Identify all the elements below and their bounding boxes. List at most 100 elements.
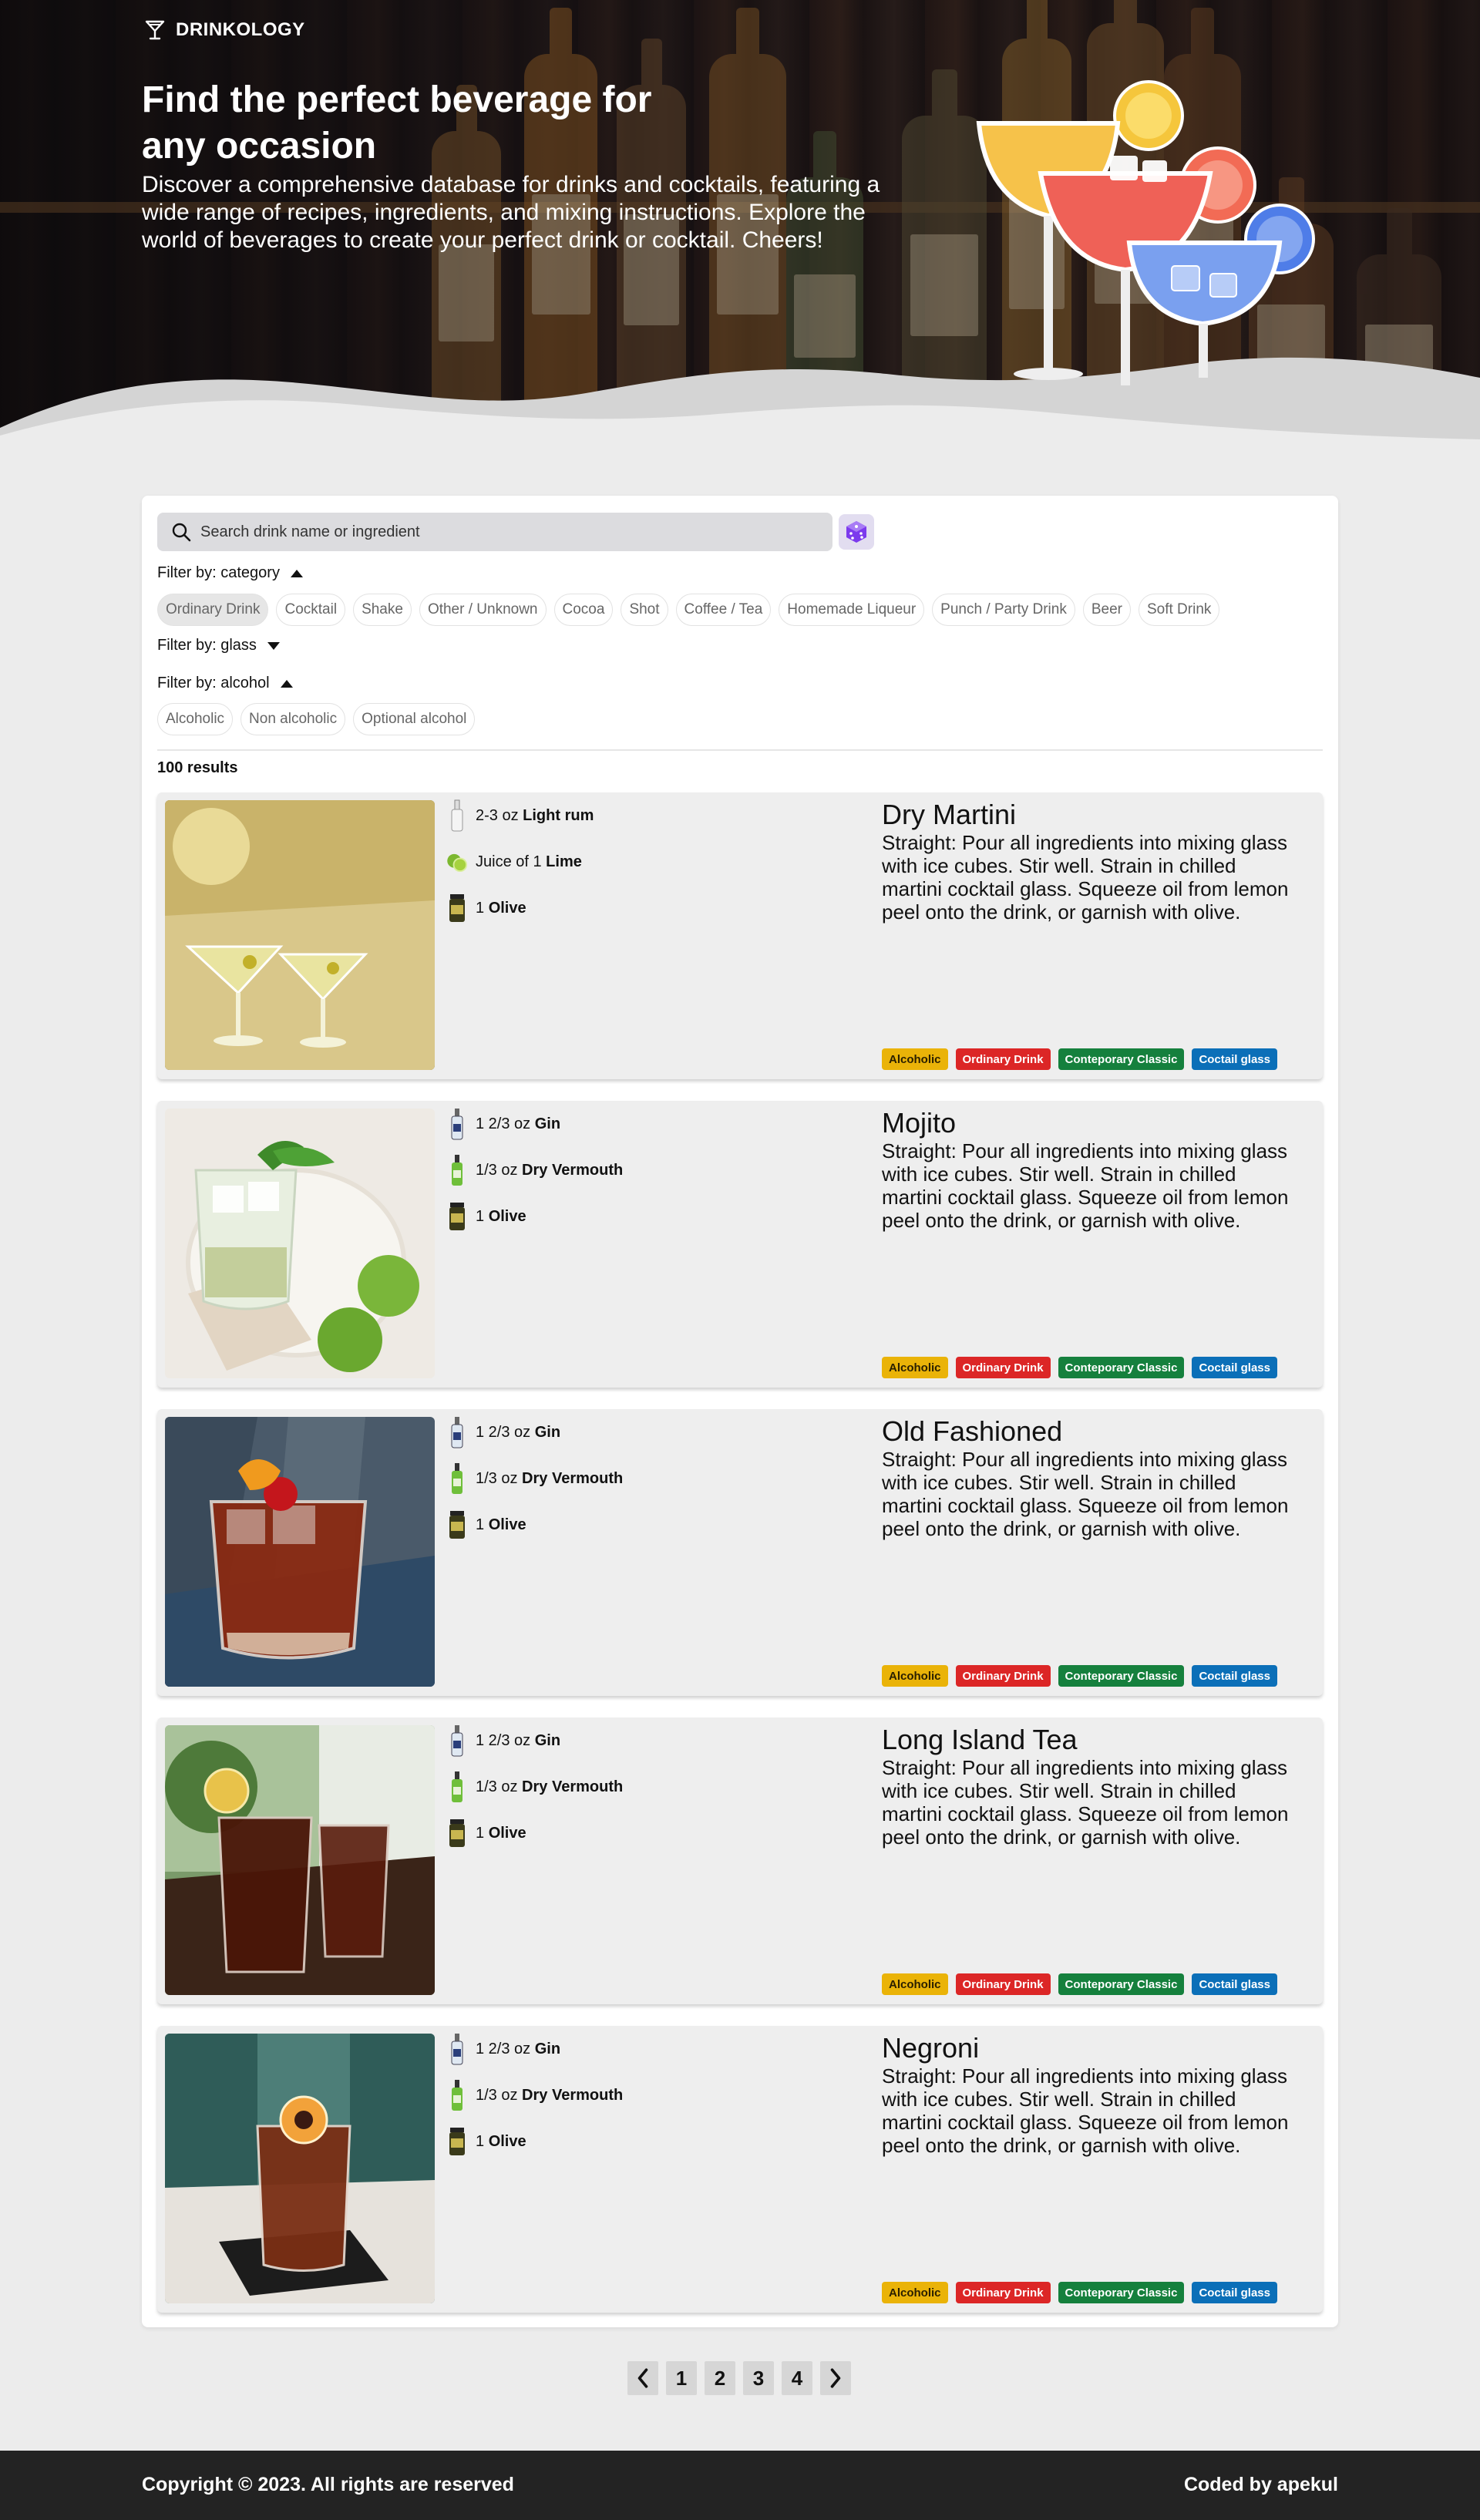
- chip-alcohol[interactable]: Alcoholic: [157, 703, 234, 735]
- brand-name: DRINKOLOGY: [176, 19, 305, 40]
- prev-page-button[interactable]: [627, 2361, 658, 2395]
- chip-category[interactable]: Coffee / Tea: [675, 594, 772, 626]
- tag-badge: Alcoholic: [882, 1665, 948, 1687]
- drink-name: Old Fashioned: [882, 1415, 1063, 1447]
- tag-badge: Conteporary Classic: [1058, 1048, 1185, 1070]
- next-page-button[interactable]: [820, 2361, 851, 2395]
- page-button[interactable]: 1: [666, 2361, 697, 2395]
- results-count: 100 results: [157, 759, 238, 776]
- tag-badge: Coctail glass: [1192, 1357, 1277, 1378]
- random-drink-button[interactable]: [839, 514, 874, 550]
- ingredient-row: 1 2/3 oz Gin: [446, 1107, 560, 1141]
- vermouth-bottle-icon: [446, 1770, 468, 1804]
- chevron-left-icon: [637, 2368, 648, 2388]
- tag-list: Alcoholic Ordinary Drink Conteporary Cla…: [882, 1048, 1277, 1070]
- caret-down-icon: [267, 641, 280, 650]
- category-filter-toggle[interactable]: Filter by: category: [157, 564, 303, 582]
- chip-alcohol[interactable]: Non alcoholic: [240, 703, 346, 735]
- author-credit[interactable]: Coded by apekul: [1184, 2474, 1338, 2496]
- chip-category[interactable]: Shot: [621, 594, 668, 626]
- chip-category[interactable]: Punch / Party Drink: [932, 594, 1075, 626]
- search-bar[interactable]: [157, 513, 832, 551]
- ingredient-row: 1/3 oz Dry Vermouth: [446, 1770, 623, 1804]
- search-input[interactable]: [200, 523, 802, 541]
- drink-photo: [165, 800, 435, 1070]
- ingredient-row: 1/3 oz Dry Vermouth: [446, 1462, 623, 1496]
- ingredient-row: 1/3 oz Dry Vermouth: [446, 1153, 623, 1187]
- chip-alcohol[interactable]: Optional alcohol: [353, 703, 476, 735]
- copyright-text: Copyright © 2023. All rights are reserve…: [142, 2474, 514, 2495]
- tag-badge: Alcoholic: [882, 1048, 948, 1070]
- gin-bottle-icon: [446, 1107, 468, 1141]
- olive-jar-icon: [446, 1199, 468, 1233]
- tag-list: Alcoholic Ordinary Drink Conteporary Cla…: [882, 1665, 1277, 1687]
- drink-photo: [165, 1417, 435, 1687]
- tag-list: Alcoholic Ordinary Drink Conteporary Cla…: [882, 1973, 1277, 1995]
- ingredient-row: 2-3 oz Light rum: [446, 799, 594, 833]
- chip-category[interactable]: Cocktail: [276, 594, 346, 626]
- drink-photo: [165, 1725, 435, 1995]
- olive-jar-icon: [446, 1816, 468, 1850]
- ingredient-row: 1 2/3 oz Gin: [446, 1415, 560, 1449]
- drink-instructions: Straight: Pour all ingredients into mixi…: [882, 1756, 1289, 1849]
- glass-filter-toggle[interactable]: Filter by: glass: [157, 637, 280, 654]
- alcohol-filter-toggle[interactable]: Filter by: alcohol: [157, 675, 293, 692]
- drink-name: Mojito: [882, 1107, 957, 1139]
- tag-badge: Coctail glass: [1192, 1665, 1277, 1687]
- page-button[interactable]: 2: [705, 2361, 735, 2395]
- page-button[interactable]: 3: [743, 2361, 774, 2395]
- tag-badge: Ordinary Drink: [955, 1973, 1051, 1995]
- drink-card[interactable]: 1 2/3 oz Gin 1/3 oz Dry Vermouth 1 Olive…: [157, 2026, 1323, 2313]
- chip-category[interactable]: Beer: [1082, 594, 1131, 626]
- drink-photo: [165, 1109, 435, 1378]
- chip-category[interactable]: Soft Drink: [1138, 594, 1220, 626]
- olive-jar-icon: [446, 891, 468, 925]
- cocktails-illustration: [976, 80, 1315, 385]
- hero-banner: DRINKOLOGY Find the perfect beverage for…: [0, 0, 1480, 455]
- tag-badge: Conteporary Classic: [1058, 1973, 1185, 1995]
- drink-instructions: Straight: Pour all ingredients into mixi…: [882, 1448, 1289, 1540]
- olive-jar-icon: [446, 1508, 468, 1542]
- caret-up-icon: [280, 679, 293, 688]
- drink-instructions: Straight: Pour all ingredients into mixi…: [882, 1139, 1289, 1232]
- drink-name: Dry Martini: [882, 799, 1017, 830]
- lime-icon: [446, 845, 468, 879]
- chip-category[interactable]: Other / Unknown: [419, 594, 547, 626]
- chip-category[interactable]: Ordinary Drink: [157, 594, 269, 626]
- caret-up-icon: [290, 569, 303, 577]
- chip-category[interactable]: Cocoa: [553, 594, 614, 626]
- tag-badge: Ordinary Drink: [955, 1357, 1051, 1378]
- tag-badge: Ordinary Drink: [955, 1665, 1051, 1687]
- drink-card[interactable]: 1 2/3 oz Gin 1/3 oz Dry Vermouth 1 Olive…: [157, 1101, 1323, 1388]
- ingredient-row: 1 Olive: [446, 891, 526, 925]
- olive-jar-icon: [446, 2125, 468, 2158]
- tag-badge: Coctail glass: [1192, 2282, 1277, 2303]
- vermouth-bottle-icon: [446, 2078, 468, 2112]
- drink-card[interactable]: 2-3 oz Light rum Juice of 1 Lime 1 Olive…: [157, 792, 1323, 1079]
- ingredient-row: 1 Olive: [446, 1816, 526, 1850]
- chevron-right-icon: [830, 2368, 841, 2388]
- footer: Copyright © 2023. All rights are reserve…: [0, 2451, 1480, 2520]
- drink-card[interactable]: 1 2/3 oz Gin 1/3 oz Dry Vermouth 1 Olive…: [157, 1409, 1323, 1696]
- vermouth-bottle-icon: [446, 1153, 468, 1187]
- chip-category[interactable]: Shake: [353, 594, 412, 626]
- chip-category[interactable]: Homemade Liqueur: [779, 594, 925, 626]
- category-filter-label: Filter by: category: [157, 564, 280, 581]
- ingredient-row: 1 Olive: [446, 2125, 526, 2158]
- brand-logo[interactable]: DRINKOLOGY: [143, 19, 305, 42]
- drink-photo: [165, 2034, 435, 2303]
- ingredient-row: 1 2/3 oz Gin: [446, 1724, 560, 1758]
- drink-card[interactable]: 1 2/3 oz Gin 1/3 oz Dry Vermouth 1 Olive…: [157, 1718, 1323, 2004]
- pagination: 1 2 3 4: [627, 2361, 851, 2395]
- gin-bottle-icon: [446, 1724, 468, 1758]
- drink-name: Negroni: [882, 2032, 980, 2064]
- drink-instructions: Straight: Pour all ingredients into mixi…: [882, 831, 1289, 924]
- tag-badge: Conteporary Classic: [1058, 1357, 1185, 1378]
- gin-bottle-icon: [446, 2032, 468, 2066]
- tag-badge: Conteporary Classic: [1058, 1665, 1185, 1687]
- page-button[interactable]: 4: [782, 2361, 812, 2395]
- rum-bottle-icon: [446, 799, 468, 833]
- drink-instructions: Straight: Pour all ingredients into mixi…: [882, 2064, 1289, 2157]
- drink-search-panel: Filter by: category Ordinary Drink Cockt…: [142, 496, 1338, 2327]
- gin-bottle-icon: [446, 1415, 468, 1449]
